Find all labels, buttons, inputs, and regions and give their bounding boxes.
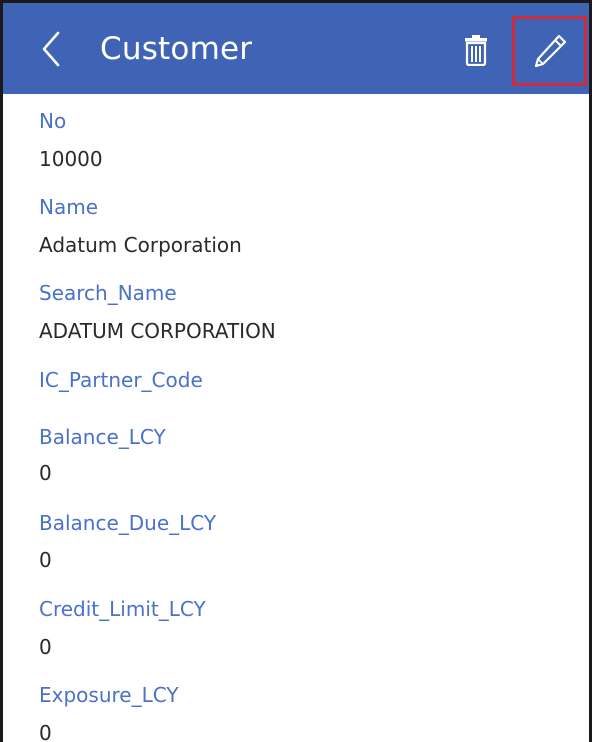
field-value-balance-lcy: 0: [39, 461, 52, 485]
field-value-exposure-lcy: 0: [39, 721, 52, 742]
field-label-balance-lcy: Balance_LCY: [39, 425, 166, 449]
customer-detail-screen: Customer No 10000 Name Adatum Corporatio…: [0, 0, 592, 742]
field-value-search-name: ADATUM CORPORATION: [39, 319, 276, 343]
field-label-no: No: [39, 109, 67, 133]
field-label-balance-due-lcy: Balance_Due_LCY: [39, 511, 217, 535]
page-title: Customer: [100, 31, 253, 67]
delete-button[interactable]: [459, 31, 493, 69]
title-bar: Customer: [3, 3, 589, 94]
field-label-exposure-lcy: Exposure_LCY: [39, 683, 179, 707]
field-value-balance-due-lcy: 0: [39, 548, 52, 572]
field-label-search-name: Search_Name: [39, 281, 177, 305]
field-label-ic-partner-code: IC_Partner_Code: [39, 368, 203, 392]
pencil-icon: [532, 33, 568, 69]
field-label-credit-limit-lcy: Credit_Limit_LCY: [39, 597, 206, 621]
back-button[interactable]: [29, 19, 73, 79]
field-value-credit-limit-lcy: 0: [39, 635, 52, 659]
field-label-name: Name: [39, 195, 99, 219]
chevron-left-icon: [40, 31, 62, 67]
field-value-name: Adatum Corporation: [39, 233, 242, 257]
field-value-no: 10000: [39, 147, 103, 171]
edit-button[interactable]: [512, 16, 587, 86]
trash-icon: [464, 34, 488, 66]
